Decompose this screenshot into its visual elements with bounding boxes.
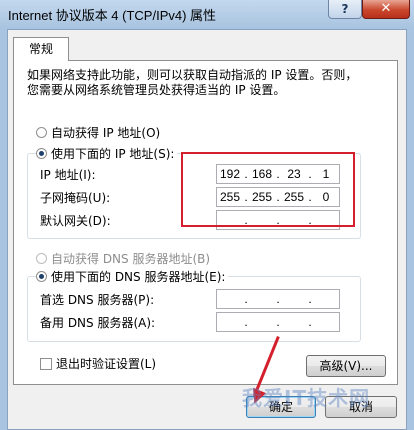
- ip-address-label: IP 地址(I):: [40, 168, 96, 182]
- radio-icon: [36, 127, 47, 138]
- help-button[interactable]: ?: [328, 0, 362, 19]
- manual-ip-label: 使用下面的 IP 地址(S):: [51, 147, 175, 161]
- dns-groupbox: [27, 276, 361, 342]
- watermark: 我爱IT技术网: [242, 386, 371, 410]
- intro-line-1: 如果网络支持此功能，则可以获取自动指派的 IP 设置。否则，: [27, 68, 358, 82]
- ip-fields-highlight: [181, 152, 355, 227]
- intro-line-2: 您需要从网络系统管理员处获得适当的 IP 设置。: [27, 83, 286, 97]
- alternate-dns-field[interactable]: . . .: [216, 312, 340, 332]
- preferred-dns-field[interactable]: . . .: [216, 289, 340, 309]
- validate-on-exit-label: 退出时验证设置(L): [56, 357, 157, 371]
- close-button[interactable]: ✕: [362, 0, 410, 19]
- gateway-label: 默认网关(D):: [40, 214, 111, 228]
- auto-dns-radio[interactable]: 自动获得 DNS 服务器地址(B): [36, 250, 210, 267]
- preferred-dns-label: 首选 DNS 服务器(P):: [40, 293, 155, 307]
- auto-ip-radio[interactable]: 自动获得 IP 地址(O): [36, 124, 160, 141]
- radio-checked-icon: [36, 271, 47, 282]
- manual-dns-radio[interactable]: 使用下面的 DNS 服务器地址(E):: [36, 268, 229, 285]
- tab-general[interactable]: 常规: [13, 37, 69, 61]
- radio-icon: [36, 253, 47, 264]
- auto-dns-label: 自动获得 DNS 服务器地址(B): [51, 252, 211, 266]
- window-title: Internet 协议版本 4 (TCP/IPv4) 属性: [8, 8, 217, 23]
- manual-dns-label: 使用下面的 DNS 服务器地址(E):: [51, 270, 226, 284]
- alternate-dns-label: 备用 DNS 服务器(A):: [40, 316, 156, 330]
- auto-ip-label: 自动获得 IP 地址(O): [51, 126, 161, 140]
- manual-ip-radio[interactable]: 使用下面的 IP 地址(S):: [36, 145, 178, 162]
- radio-checked-icon: [36, 148, 47, 159]
- subnet-mask-label: 子网掩码(U):: [40, 191, 111, 205]
- validate-on-exit-checkbox[interactable]: 退出时验证设置(L): [40, 355, 156, 372]
- title-bar[interactable]: Internet 协议版本 4 (TCP/IPv4) 属性 ? ✕: [0, 0, 414, 28]
- intro-text: 如果网络支持此功能，则可以获取自动指派的 IP 设置。否则， 您需要从网络系统管…: [27, 68, 357, 98]
- checkbox-icon: [40, 357, 52, 370]
- advanced-button[interactable]: 高级(V)...: [306, 355, 386, 377]
